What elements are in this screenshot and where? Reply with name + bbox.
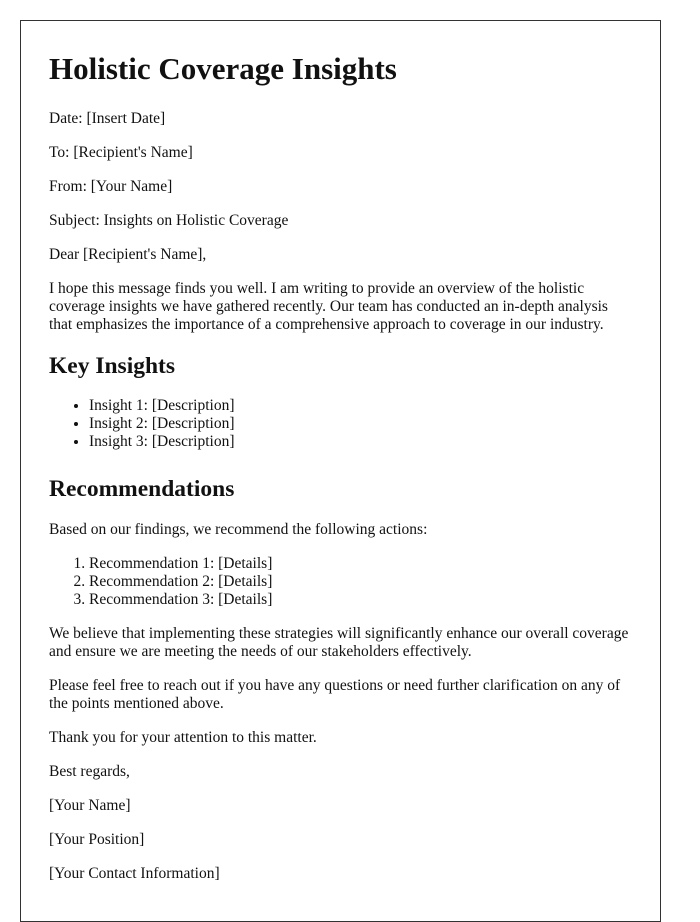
insight-item: Insight 3: [Description] (89, 433, 632, 451)
closing: Best regards, (49, 763, 130, 780)
thanks-line: Thank you for your attention to this mat… (49, 729, 317, 746)
recommendations-heading: Recommendations (49, 476, 235, 502)
key-insights-list: Insight 1: [Description] Insight 2: [Des… (49, 397, 632, 451)
from-line: From: [Your Name] (49, 178, 173, 195)
letter-container: Holistic Coverage Insights Date: [Insert… (20, 20, 661, 922)
salutation: Dear [Recipient's Name], (49, 246, 207, 263)
to-line: To: [Recipient's Name] (49, 144, 193, 161)
contact-paragraph: Please feel free to reach out if you hav… (49, 677, 621, 712)
signature-position: [Your Position] (49, 831, 145, 848)
signature-contact: [Your Contact Information] (49, 865, 220, 882)
insight-item: Insight 1: [Description] (89, 397, 632, 415)
recommendation-item: Recommendation 1: [Details] (89, 555, 632, 573)
signature-name: [Your Name] (49, 797, 131, 814)
recommendations-intro: Based on our findings, we recommend the … (49, 521, 428, 538)
document-title: Holistic Coverage Insights (49, 51, 397, 86)
recommendations-list: Recommendation 1: [Details] Recommendati… (49, 555, 632, 609)
key-insights-heading: Key Insights (49, 353, 176, 379)
intro-paragraph: I hope this message finds you well. I am… (49, 280, 608, 333)
subject-line: Subject: Insights on Holistic Coverage (49, 212, 289, 229)
insight-item: Insight 2: [Description] (89, 415, 632, 433)
recommendation-item: Recommendation 3: [Details] (89, 591, 632, 609)
date-line: Date: [Insert Date] (49, 110, 166, 127)
recommendation-item: Recommendation 2: [Details] (89, 573, 632, 591)
belief-paragraph: We believe that implementing these strat… (49, 625, 629, 660)
